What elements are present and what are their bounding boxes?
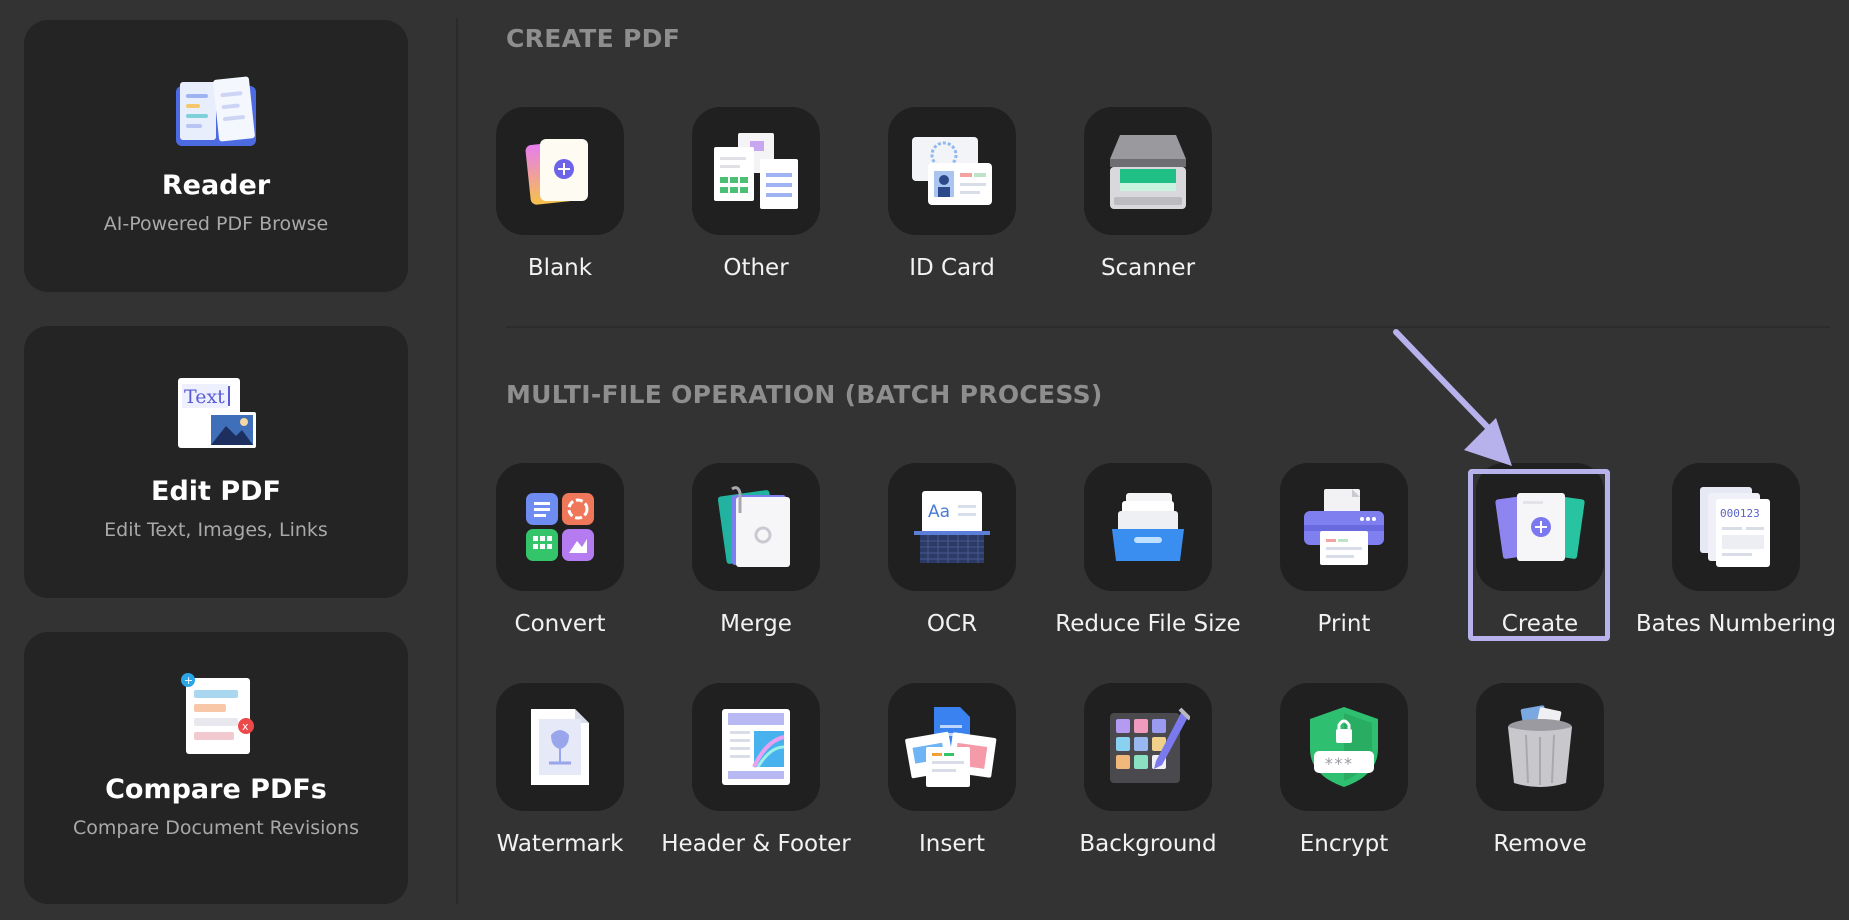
id-card-icon — [912, 137, 992, 205]
tool-tile[interactable] — [692, 107, 820, 235]
tool-label: Bates Numbering — [1635, 611, 1837, 637]
tool-other[interactable]: Other — [658, 107, 854, 281]
other-files-icon — [714, 133, 798, 209]
bates-icon-text: 000123 — [1720, 507, 1760, 520]
edit-pdf-title: Edit PDF — [151, 476, 281, 507]
reader-book-icon — [176, 76, 256, 146]
pointer-arrow-icon — [1393, 329, 1512, 466]
tool-label: Reduce File Size — [1055, 611, 1241, 637]
watermark-icon — [531, 709, 589, 785]
tool-convert[interactable]: Convert — [462, 463, 658, 637]
convert-icon — [526, 493, 594, 561]
print-icon — [1304, 489, 1384, 565]
merge-icon — [718, 486, 790, 567]
tool-label: Watermark — [496, 831, 624, 857]
tool-header-footer[interactable]: Header & Footer — [658, 683, 854, 857]
tool-encrypt[interactable]: *** Encrypt — [1246, 683, 1442, 857]
section-divider — [506, 326, 1830, 328]
tool-label: Print — [1317, 611, 1371, 637]
tool-label: Background — [1079, 831, 1217, 857]
tool-tile[interactable] — [692, 463, 820, 591]
reader-subtitle: AI-Powered PDF Browse — [103, 213, 329, 235]
insert-icon — [905, 707, 997, 787]
tool-tile[interactable] — [1476, 683, 1604, 811]
tool-label: ID Card — [909, 255, 995, 281]
tool-tile[interactable] — [1280, 463, 1408, 591]
compare-pdfs-icon: + x — [181, 673, 254, 754]
reduce-file-size-icon — [1112, 493, 1184, 561]
tool-tile[interactable] — [888, 107, 1016, 235]
tool-print[interactable]: Print — [1246, 463, 1442, 637]
tool-label: OCR — [926, 611, 978, 637]
tool-tile[interactable]: 000123 — [1672, 463, 1800, 591]
tool-label: Other — [723, 255, 789, 281]
edit-pdf-icon: Text — [178, 378, 256, 448]
tool-tile[interactable]: Aa — [888, 463, 1016, 591]
tool-tile[interactable] — [496, 107, 624, 235]
edit-pdf-icon-text: Text — [184, 386, 225, 408]
tool-label: Encrypt — [1299, 831, 1389, 857]
compare-pdfs-card[interactable]: + x Compare PDFs Compare Document Revisi… — [24, 632, 408, 904]
tool-label: Blank — [527, 255, 593, 281]
create-highlight-box — [1468, 469, 1610, 641]
tool-tile[interactable] — [1084, 107, 1212, 235]
reader-title: Reader — [161, 170, 271, 201]
reader-card[interactable]: Reader AI-Powered PDF Browse — [24, 20, 408, 292]
scanner-icon — [1110, 135, 1186, 209]
remove-trash-icon — [1508, 705, 1572, 787]
sidebar: Reader AI-Powered PDF Browse Text Edit P… — [0, 0, 456, 920]
compare-pdfs-subtitle: Compare Document Revisions — [72, 817, 359, 839]
edit-pdf-subtitle: Edit Text, Images, Links — [104, 519, 328, 541]
tool-tile[interactable] — [496, 463, 624, 591]
tool-tile[interactable] — [692, 683, 820, 811]
header-footer-icon — [722, 709, 790, 785]
tool-remove[interactable]: Remove — [1442, 683, 1638, 857]
ocr-icon: Aa — [914, 491, 990, 563]
tool-tile[interactable] — [1084, 683, 1212, 811]
svg-text:x: x — [242, 720, 249, 733]
tool-label: Insert — [919, 831, 985, 857]
tool-label: Remove — [1493, 831, 1587, 857]
tool-watermark[interactable]: Watermark — [462, 683, 658, 857]
svg-text:+: + — [184, 674, 193, 687]
encrypt-icon: *** — [1310, 707, 1378, 787]
tool-merge[interactable]: Merge — [658, 463, 854, 637]
tool-tile[interactable] — [1084, 463, 1212, 591]
tool-insert[interactable]: Insert — [854, 683, 1050, 857]
tool-label: Scanner — [1100, 255, 1196, 281]
tool-tile[interactable] — [888, 683, 1016, 811]
tool-label: Merge — [720, 611, 792, 637]
tool-tile[interactable] — [496, 683, 624, 811]
create-pdf-heading: CREATE PDF — [506, 24, 681, 53]
tool-tile[interactable]: *** — [1280, 683, 1408, 811]
vertical-divider — [456, 18, 458, 904]
tool-background[interactable]: Background — [1050, 683, 1246, 857]
blank-page-icon — [525, 139, 588, 205]
compare-pdfs-title: Compare PDFs — [105, 774, 327, 805]
edit-pdf-card[interactable]: Text Edit PDF Edit Text, Images, Links — [24, 326, 408, 598]
tool-id-card[interactable]: ID Card — [854, 107, 1050, 281]
tool-scanner[interactable]: Scanner — [1050, 107, 1246, 281]
tool-reduce-file-size[interactable]: Reduce File Size — [1050, 463, 1246, 637]
encrypt-icon-text: *** — [1324, 754, 1353, 773]
multi-file-heading: MULTI-FILE OPERATION (BATCH PROCESS) — [506, 380, 1103, 409]
background-icon — [1110, 707, 1190, 783]
tool-ocr[interactable]: Aa OCR — [854, 463, 1050, 637]
tool-blank[interactable]: Blank — [462, 107, 658, 281]
bates-numbering-icon: 000123 — [1700, 487, 1770, 567]
tool-label: Header & Footer — [661, 831, 851, 857]
tool-label: Convert — [514, 611, 606, 637]
tool-bates-numbering[interactable]: 000123 Bates Numbering — [1635, 463, 1837, 637]
ocr-icon-text: Aa — [928, 502, 950, 522]
